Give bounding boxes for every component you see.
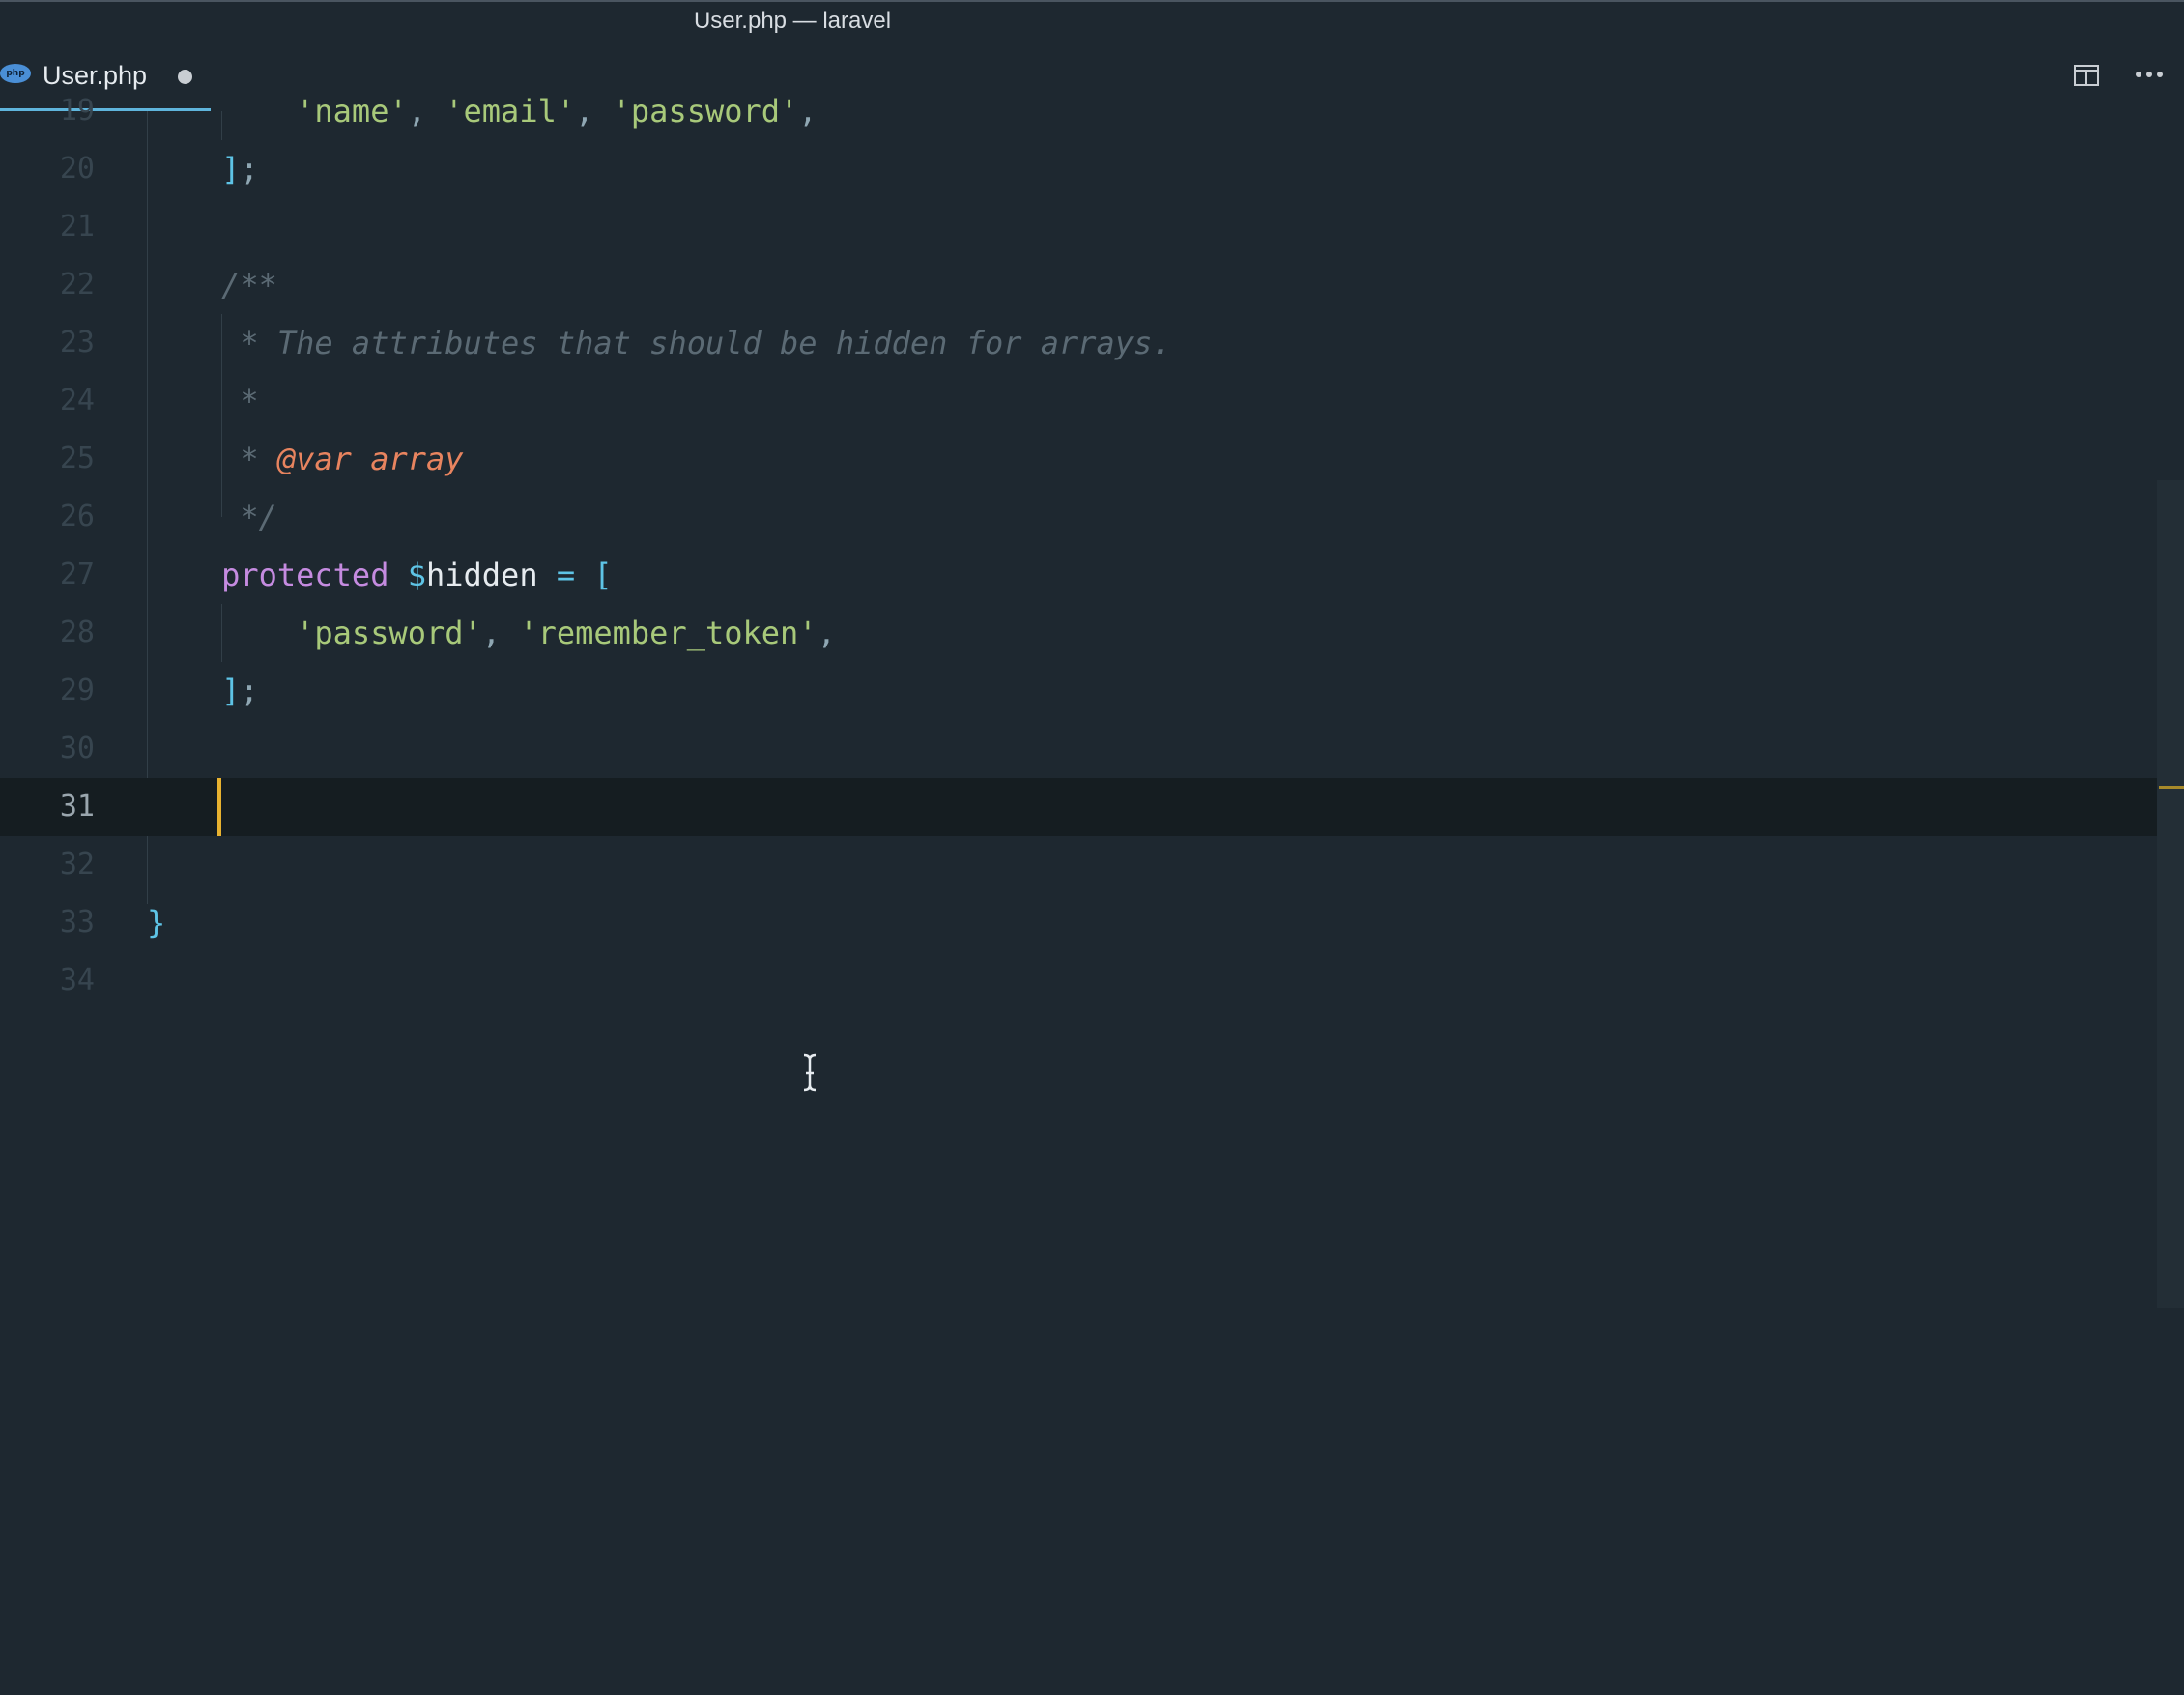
vertical-scrollbar[interactable] — [2157, 480, 2184, 1308]
line-number: 28 — [59, 616, 95, 649]
line-text: /** — [147, 267, 277, 303]
line-text: */ — [147, 499, 277, 535]
line-text: ]; — [147, 151, 259, 187]
line-number: 22 — [59, 268, 95, 302]
line-text: 'name', 'email', 'password', — [147, 93, 818, 129]
line-number: 30 — [59, 732, 95, 765]
code-editor[interactable]: 19 'name', 'email', 'password', 20 ]; 21… — [0, 93, 2184, 1695]
text-caret — [217, 778, 221, 836]
code-line-24: 24 * — [0, 372, 2157, 430]
code-line-22: 22 /** — [0, 256, 2157, 314]
code-line-21: 21 — [0, 198, 2157, 256]
line-number: 34 — [59, 963, 95, 997]
title-bar: User.php — laravel — [0, 0, 2184, 43]
code-line-34: 34 — [0, 952, 2157, 1010]
code-line-33: 33 } — [0, 894, 2157, 952]
window-title: User.php — laravel — [693, 8, 892, 34]
editor-window: User.php — laravel php User.php 19 'name… — [0, 0, 2184, 1695]
code-line-25: 25 * @var array — [0, 430, 2157, 488]
php-file-icon: php — [0, 64, 31, 83]
line-text: * — [147, 383, 259, 419]
line-text: 'password', 'remember_token', — [147, 615, 836, 651]
line-text: * @var array — [147, 441, 464, 477]
line-number: 33 — [59, 905, 95, 939]
code-line-28: 28 'password', 'remember_token', — [0, 604, 2157, 662]
line-number: 20 — [59, 152, 95, 186]
code-line-23: 23 * The attributes that should be hidde… — [0, 314, 2157, 372]
line-number: 32 — [59, 848, 95, 881]
code-line-29: 29 ]; — [0, 662, 2157, 720]
line-number: 27 — [59, 558, 95, 591]
line-number: 21 — [59, 210, 95, 244]
code-line-26: 26 */ — [0, 488, 2157, 546]
line-number: 19 — [59, 94, 95, 128]
code-line-27: 27 protected $hidden = [ — [0, 546, 2157, 604]
scrollbar-cursor-marker — [2159, 786, 2184, 789]
code-line-20: 20 ]; — [0, 140, 2157, 198]
line-text: * The attributes that should be hidden f… — [147, 325, 1171, 361]
line-number: 24 — [59, 384, 95, 417]
line-number: 23 — [59, 326, 95, 359]
code-line-32: 32 — [0, 836, 2157, 894]
line-number: 25 — [59, 442, 95, 475]
line-text: protected $hidden = [ — [147, 557, 613, 593]
line-text: } — [147, 905, 166, 941]
line-number: 29 — [59, 674, 95, 707]
line-number: 31 — [59, 790, 95, 823]
code-line-31: 31 — [0, 778, 2157, 836]
line-text: ]; — [147, 673, 259, 709]
line-number: 26 — [59, 500, 95, 533]
text-cursor-icon — [803, 1053, 817, 1092]
code-line-30: 30 — [0, 720, 2157, 778]
code-line-19: 19 'name', 'email', 'password', — [0, 82, 2157, 140]
